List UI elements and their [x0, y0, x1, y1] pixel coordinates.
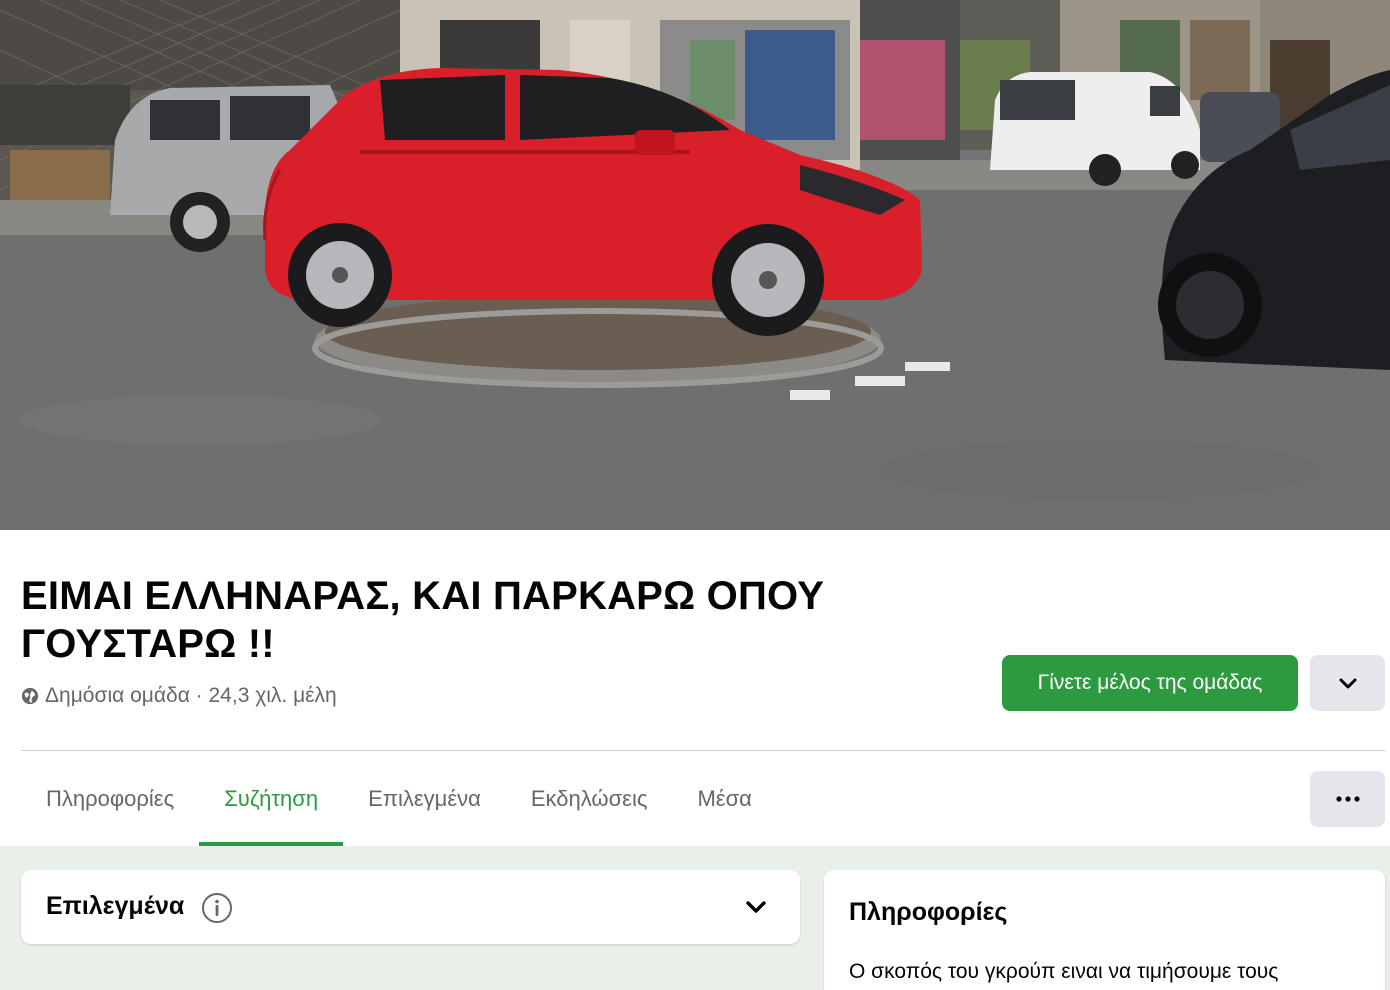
chevron-down-icon: [1339, 678, 1356, 689]
tab-discussion[interactable]: Συζήτηση: [199, 751, 344, 846]
group-header: ΕΙΜΑΙ ΕΛΛΗΝΑΡΑΣ, ΚΑΙ ΠΑΡΚΑΡΩ ΟΠΟΥ ΓΟΥΣΤΑ…: [0, 530, 1390, 846]
more-horizontal-icon: [1335, 796, 1360, 802]
tab-featured[interactable]: Επιλεγμένα: [343, 751, 506, 846]
about-description: Ο σκοπός του γκρούπ ειναι να τιμήσουμε τ…: [849, 960, 1279, 983]
join-options-dropdown-button[interactable]: [1310, 655, 1385, 711]
group-title: ΕΙΜΑΙ ΕΛΛΗΝΑΡΑΣ, ΚΑΙ ΠΑΡΚΑΡΩ ΟΠΟΥ ΓΟΥΣΤΑ…: [21, 574, 825, 666]
info-icon[interactable]: [201, 892, 233, 924]
featured-card-title: Επιλεγμένα: [46, 892, 185, 920]
cover-photo: [0, 0, 1390, 530]
tab-media[interactable]: Μέσα: [672, 751, 776, 846]
group-meta: Δημόσια ομάδα · 24,3 χιλ. μέλη: [21, 684, 337, 708]
join-group-button[interactable]: Γίνετε μέλος της ομάδας: [1002, 655, 1298, 711]
group-content: Επιλεγμένα Πληροφορίες Ο σκοπός του γκρο…: [0, 846, 1390, 990]
more-options-button[interactable]: [1310, 771, 1385, 827]
facebook-group-page: ΕΙΜΑΙ ΕΛΛΗΝΑΡΑΣ, ΚΑΙ ΠΑΡΚΑΡΩ ΟΠΟΥ ΓΟΥΣΤΑ…: [0, 0, 1390, 990]
chevron-down-icon[interactable]: [743, 894, 769, 920]
globe-icon: [21, 687, 39, 705]
tab-about[interactable]: Πληροφορίες: [21, 751, 199, 846]
tab-events[interactable]: Εκδηλώσεις: [506, 751, 673, 846]
group-privacy-members: Δημόσια ομάδα · 24,3 χιλ. μέλη: [45, 684, 337, 707]
about-card-title: Πληροφορίες: [849, 898, 1008, 926]
group-tabs: Πληροφορίες Συζήτηση Επιλεγμένα Εκδηλώσε…: [21, 751, 777, 846]
about-card: Πληροφορίες Ο σκοπός του γκρούπ ειναι να…: [824, 870, 1385, 990]
featured-card: Επιλεγμένα: [21, 870, 800, 944]
